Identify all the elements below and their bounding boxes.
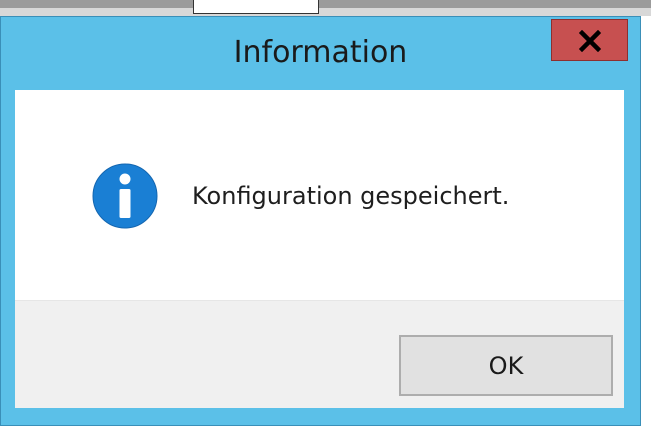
close-icon [579,30,601,52]
info-icon [92,163,158,229]
information-dialog: Information Konfiguration gespeichert. O… [0,16,641,426]
title-bar[interactable]: Information [1,17,640,91]
ok-button[interactable]: OK [399,335,613,396]
background-tab [193,0,319,14]
dialog-content: Konfiguration gespeichert. OK [15,90,624,408]
background-window-strip-light [0,8,651,16]
background-window-strip [0,0,651,8]
message-text: Konfiguration gespeichert. [192,182,510,210]
dialog-title: Information [233,35,408,70]
message-panel: Konfiguration gespeichert. [15,90,624,300]
button-panel: OK [15,300,624,408]
close-button[interactable] [551,19,628,61]
